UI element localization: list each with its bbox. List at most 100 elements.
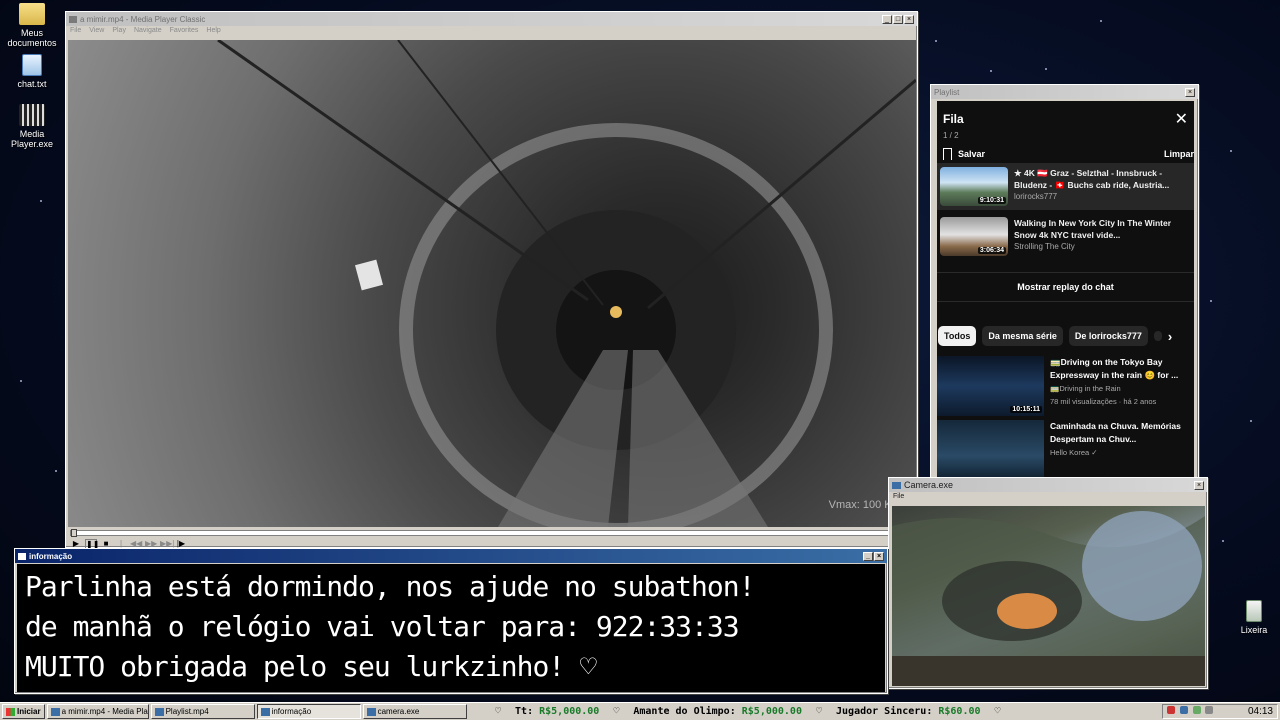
recycle-bin-icon bbox=[1246, 600, 1262, 622]
ticker-entry: Jugador Sinceru: R$60.00 bbox=[836, 706, 981, 717]
heart-icon: ♡ bbox=[815, 706, 823, 717]
camera-titlebar[interactable]: Camera.exe × bbox=[889, 478, 1207, 492]
desktop-icon-label: chat.txt bbox=[17, 79, 47, 89]
mpc-app-icon bbox=[69, 15, 77, 23]
task-camera[interactable]: camera.exe bbox=[362, 704, 467, 719]
item-title: Caminhada na Chuva. Memórias Despertam n… bbox=[1050, 421, 1181, 444]
menu-file[interactable]: File bbox=[70, 27, 81, 37]
camera-menubar: File bbox=[889, 492, 1207, 504]
item-title: ★ 4K 🇦🇹 Graz - Selzthal - Innsbruck - Bl… bbox=[1014, 168, 1170, 190]
tray-app-icon[interactable] bbox=[1179, 706, 1188, 714]
task-label: Playlist.mp4 bbox=[165, 707, 209, 716]
video-frame[interactable]: Vmax: 100 Km/h bbox=[68, 40, 916, 527]
task-playlist[interactable]: Playlist.mp4 bbox=[150, 704, 255, 719]
desktop-icon-label: Media Player.exe bbox=[10, 129, 54, 149]
mpc-menubar: File View Play Navigate Favorites Help bbox=[66, 26, 917, 38]
video-thumbnail bbox=[937, 420, 1044, 480]
item-title: Walking In New York City In The Winter S… bbox=[1014, 218, 1172, 240]
media-player-icon bbox=[19, 104, 45, 126]
duration-badge: 10:15:11 bbox=[1010, 406, 1042, 413]
donation-ticker: ♡ Tt: R$5,000.00 ♡ Amante do Olimpo: R$5… bbox=[495, 703, 1155, 720]
playlist-item[interactable]: 3:06:34 Walking In New York City In The … bbox=[937, 213, 1194, 260]
clear-button[interactable]: Limpar bbox=[1164, 149, 1194, 159]
video-thumbnail: 9:10:31 bbox=[940, 167, 1008, 206]
desktop-icon-media-player[interactable]: Media Player.exe bbox=[0, 104, 64, 149]
playlist-window[interactable]: Playlist × Fila ✕ 1 / 2 Salvar Limpar 9:… bbox=[930, 84, 1199, 485]
camera-scene bbox=[892, 511, 1205, 686]
desktop-icon-recycle-bin[interactable]: Lixeira bbox=[1222, 600, 1280, 635]
info-window[interactable]: informação _ × Parlinha está dormindo, n… bbox=[14, 548, 888, 694]
clock[interactable]: 04:13 bbox=[1248, 706, 1273, 717]
ticker-entry: Amante do Olimpo: R$5,000.00 bbox=[633, 706, 802, 717]
maximize-button[interactable]: □ bbox=[893, 14, 903, 24]
chip-channel[interactable]: De lorirocks777 bbox=[1068, 326, 1148, 346]
tray-app-icon[interactable] bbox=[1192, 706, 1201, 714]
info-app-icon bbox=[18, 552, 26, 560]
item-meta: 78 mil visualizações · há 2 anos bbox=[1050, 397, 1157, 406]
video-thumbnail: 3:06:34 bbox=[940, 217, 1008, 256]
item-channel: lorirocks777 bbox=[1014, 192, 1058, 201]
info-title: informação bbox=[29, 551, 73, 561]
duration-badge: 9:10:31 bbox=[977, 197, 1006, 204]
minimize-button[interactable]: _ bbox=[882, 14, 892, 24]
playlist-item[interactable]: 9:10:31 ★ 4K 🇦🇹 Graz - Selzthal - Innsbr… bbox=[937, 163, 1194, 210]
close-button[interactable]: × bbox=[904, 14, 914, 24]
start-button[interactable]: Iniciar bbox=[2, 704, 45, 719]
desktop-icon-chat[interactable]: chat.txt bbox=[0, 54, 64, 89]
folder-icon bbox=[19, 3, 45, 25]
info-task-icon bbox=[260, 707, 270, 716]
tray-volume-icon[interactable] bbox=[1205, 706, 1214, 714]
item-channel: 🚃Driving in the Rain bbox=[1050, 384, 1121, 393]
tray-app-icon[interactable] bbox=[1167, 706, 1175, 714]
save-button[interactable]: Salvar bbox=[943, 148, 985, 160]
recommended-item[interactable]: 10:15:11 🚃Driving on the Tokyo Bay Expre… bbox=[937, 356, 1194, 416]
menu-navigate[interactable]: Navigate bbox=[134, 27, 162, 37]
menu-help[interactable]: Help bbox=[206, 27, 220, 37]
show-chat-replay-button[interactable]: Mostrar replay do chat bbox=[937, 272, 1194, 302]
playlist-panel: Fila ✕ 1 / 2 Salvar Limpar 9:10:31 ★ 4K … bbox=[937, 101, 1194, 485]
task-mpc[interactable]: a mimir.mp4 - Media Player... bbox=[46, 704, 149, 719]
start-label: Iniciar bbox=[17, 707, 41, 716]
desktop-icon-label: Lixeira bbox=[1240, 625, 1268, 635]
close-icon[interactable]: ✕ bbox=[1175, 109, 1188, 129]
notepad-icon bbox=[22, 54, 42, 76]
info-line: Parlinha está dormindo, nos ajude no sub… bbox=[25, 570, 755, 603]
close-button[interactable]: × bbox=[874, 551, 884, 561]
ticker-entry: Tt: R$5,000.00 bbox=[515, 706, 600, 717]
camera-task-icon bbox=[366, 707, 376, 716]
menu-view[interactable]: View bbox=[89, 27, 104, 37]
heart-icon: ♡ bbox=[994, 706, 1001, 717]
close-button[interactable]: × bbox=[1185, 87, 1195, 97]
desktop-icon-documents[interactable]: Meus documentos bbox=[0, 3, 64, 48]
task-info[interactable]: informação bbox=[256, 704, 361, 719]
menu-favorites[interactable]: Favorites bbox=[170, 27, 199, 37]
playlist-titlebar[interactable]: Playlist × bbox=[931, 85, 1198, 99]
item-channel: Hello Korea ✓ bbox=[1050, 448, 1098, 457]
info-titlebar[interactable]: informação _ × bbox=[15, 549, 887, 563]
duration-badge: 3:06:34 bbox=[977, 247, 1006, 254]
menu-play[interactable]: Play bbox=[112, 27, 126, 37]
windows-logo-icon bbox=[6, 707, 15, 716]
heart-icon: ♡ bbox=[495, 706, 502, 717]
seek-bar[interactable] bbox=[70, 529, 915, 537]
media-player-window[interactable]: a mimir.mp4 - Media Player Classic _ □ ×… bbox=[65, 11, 918, 558]
seek-thumb[interactable] bbox=[71, 529, 77, 537]
system-tray: 04:13 bbox=[1162, 704, 1278, 719]
close-button[interactable]: × bbox=[1194, 480, 1204, 490]
chip-more[interactable] bbox=[1153, 331, 1162, 341]
minimize-button[interactable]: _ bbox=[863, 551, 873, 561]
filter-chips: Todos Da mesma série De lorirocks777 › bbox=[937, 326, 1194, 346]
playlist-count: 1 / 2 bbox=[943, 131, 959, 140]
chip-same-series[interactable]: Da mesma série bbox=[982, 326, 1063, 346]
item-title: 🚃Driving on the Tokyo Bay Expressway in … bbox=[1050, 357, 1179, 380]
camera-title: Camera.exe bbox=[904, 480, 954, 490]
mpc-titlebar[interactable]: a mimir.mp4 - Media Player Classic _ □ × bbox=[66, 12, 917, 26]
menu-file[interactable]: File bbox=[893, 493, 904, 503]
chip-all[interactable]: Todos bbox=[938, 326, 977, 346]
chevron-right-icon[interactable]: › bbox=[1168, 329, 1172, 344]
heart-icon: ♡ bbox=[613, 706, 620, 717]
task-label: camera.exe bbox=[377, 707, 420, 716]
camera-window[interactable]: Camera.exe × File bbox=[888, 477, 1208, 689]
recommended-item[interactable]: Caminhada na Chuva. Memórias Despertam n… bbox=[937, 420, 1194, 480]
playlist-title: Playlist bbox=[934, 87, 960, 97]
